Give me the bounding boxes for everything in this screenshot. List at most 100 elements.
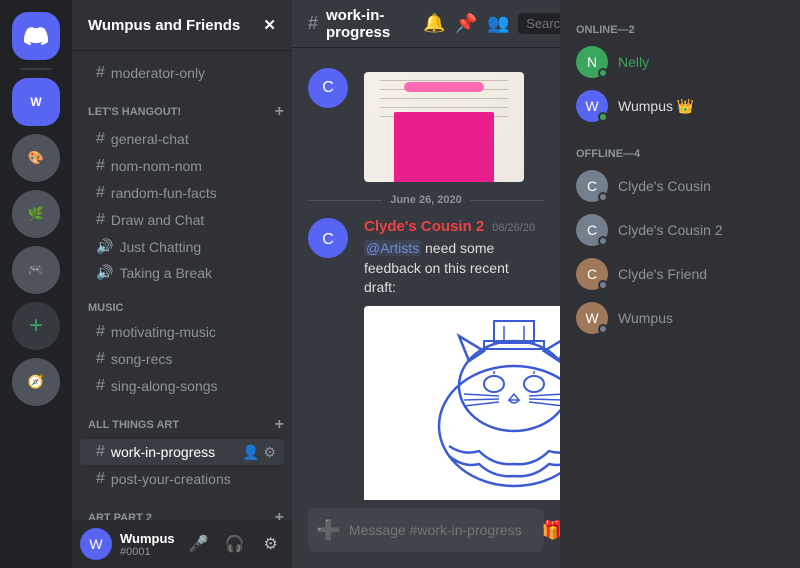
voice-channel-icon: 🔊 <box>96 238 113 255</box>
text-channel-icon: # <box>96 184 105 202</box>
channel-name: motivating-music <box>111 324 216 340</box>
members-sidebar: ONLINE—2 N Nelly W Wumpus 👑 OFFLINE—4 C … <box>560 0 800 568</box>
server-dropdown-icon: ✕ <box>263 16 276 34</box>
channel-item-creations[interactable]: # post-your-creations <box>80 466 284 492</box>
channel-name: nom-nom-nom <box>111 158 202 174</box>
text-channel-icon: # <box>96 350 105 368</box>
text-channel-icon: # <box>96 323 105 341</box>
offline-status-dot <box>598 192 608 202</box>
member-clydes-friend[interactable]: C Clyde's Friend <box>568 252 792 296</box>
member-nelly[interactable]: N Nelly <box>568 40 792 84</box>
channel-item-motivating[interactable]: # motivating-music <box>80 319 284 345</box>
category-name: LET'S HANGOUT! <box>88 106 181 118</box>
online-section-header: ONLINE—2 <box>568 16 792 40</box>
member-avatar-wumpus-offline: W <box>576 302 608 334</box>
message-input-box: ➕ 🎁 GIF 😊 <box>308 508 544 552</box>
date-label: June 26, 2020 <box>390 194 462 206</box>
channel-name: general-chat <box>111 131 189 147</box>
message-avatar: C <box>308 68 348 108</box>
channel-name: song-recs <box>111 351 172 367</box>
message-content-clyde: Clyde's Cousin 2 06/26/20 @Artists need … <box>364 218 544 500</box>
mention-artists: @Artists <box>364 240 421 256</box>
members-icon[interactable]: 👥 <box>486 12 510 36</box>
mute-button[interactable]: 🎤 <box>183 528 215 560</box>
text-channel-icon: # <box>96 211 105 229</box>
category-art[interactable]: ALL THINGS ART + <box>72 400 292 438</box>
server-separator <box>20 68 52 70</box>
server-icon-4[interactable]: 🎮 <box>12 246 60 294</box>
channel-item-moderator[interactable]: # moderator-only <box>80 60 284 86</box>
svg-text:C: C <box>322 231 334 248</box>
message-content <box>364 68 544 182</box>
category-hangout[interactable]: LET'S HANGOUT! + <box>72 87 292 125</box>
notification-bell-icon[interactable]: 🔔 <box>422 12 446 36</box>
notebook-image <box>364 72 524 182</box>
category-add-icon[interactable]: + <box>275 103 284 121</box>
text-channel-icon: # <box>96 130 105 148</box>
channel-item-song[interactable]: # song-recs <box>80 346 284 372</box>
discord-home-button[interactable] <box>12 12 60 60</box>
pin-icon[interactable]: 📌 <box>454 12 478 36</box>
category-name: ART PART 2 <box>88 512 152 520</box>
member-avatar-clydes-cousin-2: C <box>576 214 608 246</box>
channel-item-draw[interactable]: # Draw and Chat <box>80 207 284 233</box>
message-avatar-clyde: C <box>308 218 348 258</box>
voice-channel-icon: 🔊 <box>96 264 113 281</box>
explore-icon[interactable]: 🧭 <box>12 358 60 406</box>
deafen-button[interactable]: 🎧 <box>219 528 251 560</box>
channel-hash-icon: # <box>308 13 318 34</box>
server-icon-3[interactable]: 🌿 <box>12 190 60 238</box>
sketch-image <box>364 306 560 500</box>
offline-status-dot-2 <box>598 236 608 246</box>
member-avatar-wumpus: W <box>576 90 608 122</box>
message-group-clyde: C Clyde's Cousin 2 06/26/20 @Artists nee… <box>292 214 560 500</box>
date-line-left <box>308 200 382 201</box>
channel-list: # moderator-only LET'S HANGOUT! + # gene… <box>72 51 292 520</box>
message-input[interactable] <box>349 510 530 550</box>
member-name-wumpus-offline: Wumpus <box>618 310 673 326</box>
category-music[interactable]: MUSIC <box>72 286 292 318</box>
attach-button[interactable]: ➕ <box>316 508 341 552</box>
server-header[interactable]: Wumpus and Friends ✕ <box>72 0 292 51</box>
text-channel-icon: # <box>96 377 105 395</box>
member-wumpus-online[interactable]: W Wumpus 👑 <box>568 84 792 128</box>
user-tag: #0001 <box>120 546 175 558</box>
member-name-clydes-cousin: Clyde's Cousin <box>618 178 711 194</box>
date-divider: June 26, 2020 <box>292 186 560 214</box>
server-icon-wumpus[interactable]: W <box>12 78 60 126</box>
category-add-icon[interactable]: + <box>275 416 284 434</box>
server-icon-2[interactable]: 🎨 <box>12 134 60 182</box>
chat-header: # work-in-progress share the current dra… <box>292 0 560 48</box>
add-server-button[interactable]: + <box>12 302 60 350</box>
channel-name: work-in-progress <box>111 444 215 460</box>
category-art2[interactable]: ART PART 2 + <box>72 493 292 520</box>
message-header: Clyde's Cousin 2 06/26/20 <box>364 218 544 235</box>
user-avatar: W <box>80 528 112 560</box>
member-clydes-cousin[interactable]: C Clyde's Cousin <box>568 164 792 208</box>
member-name-nelly: Nelly <box>618 54 649 70</box>
member-avatar-nelly: N <box>576 46 608 78</box>
settings-icon[interactable]: ⚙ <box>263 444 276 461</box>
member-wumpus-offline[interactable]: W Wumpus <box>568 296 792 340</box>
user-name: Wumpus <box>120 531 175 546</box>
online-status-dot <box>598 68 608 78</box>
channel-item-just-chatting[interactable]: 🔊 Just Chatting <box>80 234 284 259</box>
member-icon[interactable]: 👤 <box>242 444 259 461</box>
category-name: MUSIC <box>88 302 123 314</box>
text-channel-icon: # <box>96 64 105 82</box>
channel-name: sing-along-songs <box>111 378 218 394</box>
date-line-right <box>470 200 544 201</box>
channel-item-random[interactable]: # random-fun-facts <box>80 180 284 206</box>
channel-item-sing[interactable]: # sing-along-songs <box>80 373 284 399</box>
category-add-icon[interactable]: + <box>275 509 284 520</box>
member-clydes-cousin-2[interactable]: C Clyde's Cousin 2 <box>568 208 792 252</box>
channel-item-break[interactable]: 🔊 Taking a Break <box>80 260 284 285</box>
channel-name: Just Chatting <box>119 239 201 255</box>
settings-button[interactable]: ⚙ <box>255 528 287 560</box>
channel-item-general[interactable]: # general-chat <box>80 126 284 152</box>
channel-item-wip[interactable]: # work-in-progress 👤 ⚙ <box>80 439 284 465</box>
channel-item-nom[interactable]: # nom-nom-nom <box>80 153 284 179</box>
channel-name: Draw and Chat <box>111 212 204 228</box>
server-sidebar: W 🎨 🌿 🎮 + 🧭 <box>0 0 72 568</box>
text-channel-icon: # <box>96 157 105 175</box>
